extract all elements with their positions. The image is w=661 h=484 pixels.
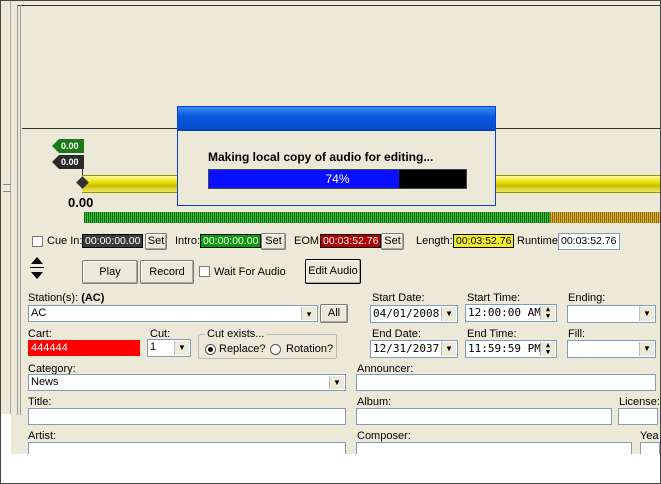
album-label: Album: [357, 396, 392, 408]
announcer-input[interactable] [356, 374, 656, 391]
play-button[interactable]: Play [82, 260, 138, 284]
composer-input[interactable] [356, 442, 632, 454]
license-label: License: [619, 396, 660, 408]
cart-label: Cart: [28, 328, 52, 340]
all-stations-button[interactable]: All [320, 304, 348, 323]
cut-value: 1 [150, 341, 157, 353]
cue-in-checkbox[interactable] [32, 236, 43, 247]
cue-in-set-button[interactable]: Set [145, 233, 167, 250]
year-input[interactable] [640, 442, 660, 454]
record-button[interactable]: Record [140, 260, 194, 284]
cue-in-label: Cue In: [47, 235, 83, 247]
intro-set-button[interactable]: Set [261, 233, 286, 250]
cut-dropdown-icon[interactable]: ▼ [174, 341, 189, 355]
wait-for-audio-label: Wait For Audio [214, 266, 286, 278]
eom-time: 00:03:52.76 [320, 234, 382, 248]
station-label-bold: (AC) [81, 292, 105, 304]
station-input[interactable]: AC ▾ [28, 305, 318, 322]
cut-exists-legend: Cut exists... [205, 328, 267, 340]
station-dropdown-icon[interactable]: ▾ [301, 307, 316, 320]
category-dropdown-icon[interactable]: ▼ [329, 376, 344, 389]
cart-input[interactable]: 444444 [28, 340, 140, 356]
cut-select[interactable]: 1 ▼ [147, 339, 191, 357]
end-time-label: End Time: [467, 328, 517, 340]
station-label-text: Station(s): [28, 292, 79, 304]
ending-label: Ending: [568, 292, 606, 304]
station-value: AC [31, 307, 47, 319]
rotation-label: Rotation? [286, 343, 334, 355]
end-date-label: End Date: [372, 328, 421, 340]
runtime-label: Runtime: [517, 235, 562, 247]
dialog-titlebar[interactable] [178, 107, 495, 131]
title-label: Title: [28, 396, 52, 408]
year-label: Yea [640, 430, 659, 442]
ending-select[interactable]: ▼ [567, 305, 656, 323]
category-value: News [31, 376, 59, 388]
start-time-value: 12:00:00 AM [468, 306, 541, 319]
replace-label: Replace? [219, 343, 266, 355]
progress-dialog: Making local copy of audio for editing..… [177, 106, 496, 206]
end-date-value: 12/31/2037 [373, 342, 440, 355]
splitter-grip-icon[interactable] [3, 184, 11, 192]
length-time: 00:03:52.76 [453, 234, 515, 248]
end-time-value: 11:59:59 PM [468, 342, 541, 355]
artist-label: Artist: [28, 430, 57, 442]
station-label: Station(s): (AC) [28, 292, 104, 304]
progress-text: 74% [325, 172, 350, 186]
intro-time: 00:00:00.00 [200, 234, 262, 248]
end-date-dropdown-icon[interactable]: ▼ [441, 342, 456, 356]
start-date-dropdown-icon[interactable]: ▼ [441, 307, 456, 321]
composer-label: Composer: [357, 430, 411, 442]
progress-bar: 74% [208, 169, 467, 189]
arrow-divider [30, 267, 44, 268]
left-splitter[interactable] [1, 1, 11, 414]
bottom-area [1, 454, 660, 483]
intro-label: Intro: [175, 235, 201, 247]
eom-label: EOM: [294, 235, 323, 247]
license-input[interactable] [618, 408, 658, 425]
arrow-up-icon[interactable] [31, 257, 43, 264]
start-time-spinner[interactable]: 12:00:00 AM ▲ ▼ [465, 304, 557, 322]
playhead-position: 0.00 [68, 195, 94, 210]
category-select[interactable]: News ▼ [28, 374, 346, 391]
level-meter-tail [550, 212, 660, 223]
artist-input[interactable] [28, 442, 346, 454]
nudge-arrows [30, 255, 45, 284]
fill-dropdown-icon[interactable]: ▼ [639, 342, 654, 356]
rotation-radio[interactable] [270, 344, 281, 355]
length-label: Length: [416, 235, 453, 247]
divider [17, 5, 660, 6]
divider [17, 5, 18, 415]
runtime-field[interactable]: 00:03:52.76 [558, 233, 620, 250]
start-date-picker[interactable]: 04/01/2008 ▼ [370, 305, 458, 323]
cue-in-time: 00:00:00.00 [82, 234, 144, 248]
edit-audio-button[interactable]: Edit Audio [305, 259, 361, 284]
eom-set-button[interactable]: Set [381, 233, 404, 250]
wait-for-audio-checkbox[interactable] [199, 266, 210, 277]
fill-label: Fill: [568, 328, 586, 340]
arrow-down-icon[interactable] [31, 272, 43, 279]
start-time-spin-icon[interactable]: ▲ ▼ [540, 306, 555, 320]
dialog-message: Making local copy of audio for editing..… [208, 150, 434, 164]
end-time-spin-icon[interactable]: ▲ ▼ [540, 342, 555, 356]
title-input[interactable] [28, 408, 346, 425]
fill-select[interactable]: ▼ [567, 340, 656, 358]
radio-selected-dot-icon [208, 347, 213, 352]
end-date-picker[interactable]: 12/31/2037 ▼ [370, 340, 458, 358]
ending-dropdown-icon[interactable]: ▼ [639, 307, 654, 321]
divider [20, 5, 21, 415]
album-input[interactable] [356, 408, 612, 425]
start-date-value: 04/01/2008 [373, 307, 440, 320]
end-time-spinner[interactable]: 11:59:59 PM ▲ ▼ [465, 340, 557, 358]
replace-radio[interactable] [205, 344, 216, 355]
level-meter [84, 212, 660, 223]
start-time-label: Start Time: [467, 292, 521, 304]
start-date-label: Start Date: [372, 292, 425, 304]
